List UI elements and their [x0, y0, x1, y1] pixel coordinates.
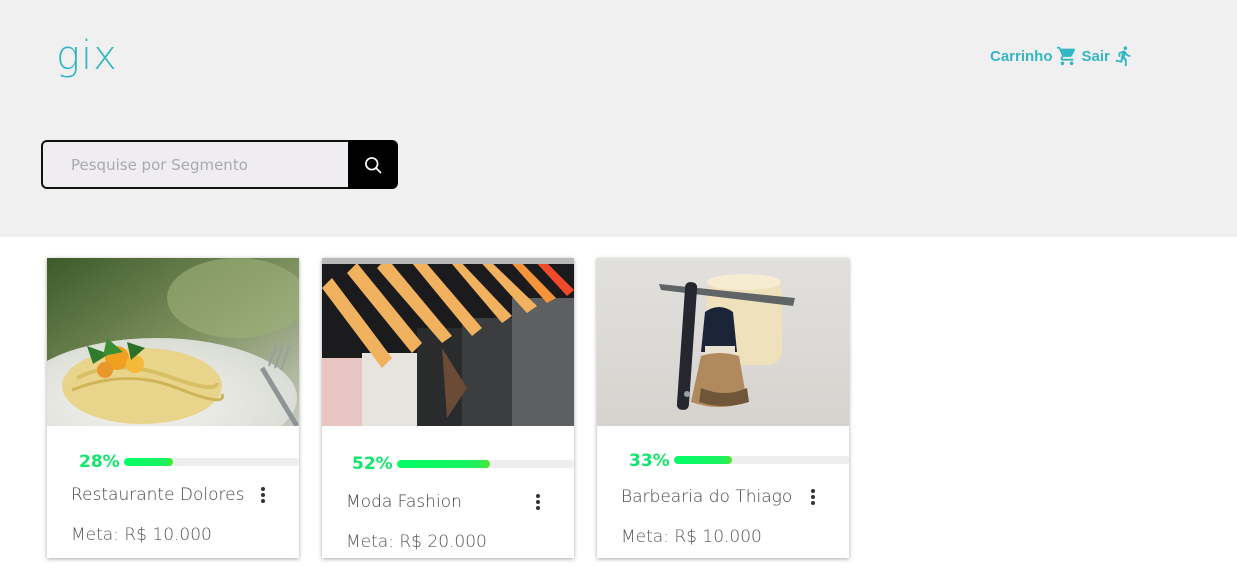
campaign-card[interactable]: 52% Moda Fashion Meta: R$ 20.000 — [322, 258, 574, 558]
more-options-icon[interactable] — [808, 489, 818, 509]
progress-bar — [397, 460, 574, 468]
search-input[interactable] — [41, 140, 348, 189]
pasta-dish-photo — [47, 258, 299, 426]
more-options-icon[interactable] — [258, 487, 268, 507]
progress-percent: 28% — [79, 452, 120, 472]
campaign-card[interactable]: 28% Restaurante Dolores Meta: R$ 10.000 — [47, 258, 299, 558]
logout-label: Sair — [1081, 47, 1110, 65]
cart-label: Carrinho — [990, 47, 1053, 65]
clothes-hangers-photo — [322, 258, 574, 426]
card-title: Moda Fashion — [346, 492, 462, 512]
progress-bar-fill — [397, 460, 490, 468]
card-goal: Meta: R$ 10.000 — [621, 527, 762, 547]
cart-icon — [1056, 46, 1075, 66]
top-nav: Carrinho Sair — [990, 44, 1135, 68]
card-goal: Meta: R$ 20.000 — [346, 532, 487, 552]
card-title: Barbearia do Thiago — [621, 487, 793, 507]
progress-bar-fill — [124, 458, 174, 466]
running-person-icon — [1115, 46, 1131, 67]
campaign-card[interactable]: 33% Barbearia do Thiago Meta: R$ 10.000 — [597, 258, 849, 558]
search-bar — [41, 140, 398, 189]
logout-link[interactable]: Sair — [1082, 44, 1135, 68]
progress-bar — [124, 458, 299, 466]
search-icon — [365, 156, 382, 173]
more-options-icon[interactable] — [533, 494, 543, 514]
card-title: Restaurante Dolores — [71, 485, 245, 505]
header: gix Carrinho Sair — [0, 0, 1237, 237]
logo-text: gix — [56, 33, 118, 79]
cart-link[interactable]: Carrinho — [990, 45, 1078, 67]
progress-bar-fill — [674, 456, 733, 464]
progress-bar — [674, 456, 849, 464]
razor-brush-photo — [597, 258, 849, 426]
card-goal: Meta: R$ 10.000 — [71, 525, 212, 545]
progress-percent: 52% — [352, 454, 393, 474]
progress-percent: 33% — [629, 451, 670, 471]
search-button[interactable] — [348, 140, 398, 189]
logo[interactable]: gix — [56, 30, 126, 82]
